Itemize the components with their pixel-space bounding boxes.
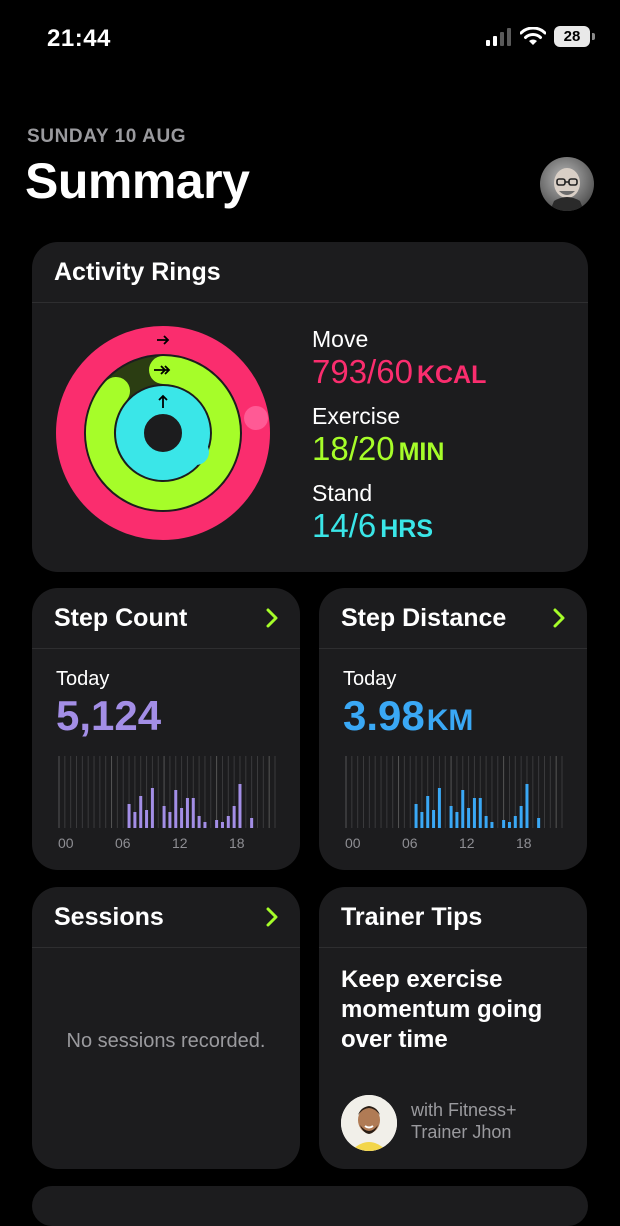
hour-bar [180, 808, 184, 828]
exercise-label: Exercise [312, 403, 401, 429]
hour-bar [238, 784, 242, 828]
hour-bar [437, 788, 441, 828]
hour-bar [191, 798, 195, 828]
axis-tick-label: 18 [516, 835, 532, 851]
distance-mini-chart: 00 06 12 18 [345, 756, 563, 851]
card-title: Sessions [54, 903, 164, 931]
memoji-icon [550, 168, 584, 211]
hour-bar [250, 818, 254, 828]
hour-bar [426, 796, 430, 828]
hour-bar [162, 806, 166, 828]
move-metric: Move 793/60 KCAL [312, 326, 486, 394]
hour-bar [484, 816, 488, 828]
hour-bar [449, 806, 453, 828]
battery-icon: 28 [554, 26, 595, 47]
profile-avatar[interactable] [540, 157, 594, 211]
axis-tick-label: 12 [172, 835, 188, 851]
status-time: 21:44 [47, 25, 111, 52]
hour-bar [139, 796, 143, 828]
hour-bar [513, 816, 517, 828]
exercise-metric: Exercise 18/20 MIN [312, 403, 444, 471]
move-value: 793/60 [312, 353, 413, 390]
empty-state-text: No sessions recorded. [66, 1030, 266, 1052]
hour-bar [461, 790, 465, 828]
stand-unit: HRS [380, 515, 434, 543]
hour-bar [185, 798, 189, 828]
period-label: Today [56, 668, 110, 690]
hour-bar [220, 822, 224, 828]
distance-number: 3.98 [343, 692, 425, 739]
hour-bar [215, 820, 219, 828]
stand-ring-end [183, 439, 209, 465]
tip-text: Keep exercise momentum going over time [341, 966, 543, 1053]
status-bar: 21:44 28 [0, 0, 620, 80]
hour-bar [145, 810, 149, 828]
hour-bar [420, 812, 424, 828]
page-title: Summary [25, 153, 250, 209]
move-unit: KCAL [416, 361, 487, 389]
hour-bar [226, 816, 230, 828]
hour-bar [472, 798, 476, 828]
card-title: Step Distance [341, 604, 507, 632]
hour-bar [490, 822, 494, 828]
hour-bar [127, 804, 131, 828]
period-label: Today [343, 668, 397, 690]
hour-bar [537, 818, 541, 828]
axis-tick-label: 00 [345, 835, 361, 851]
activity-rings-chart [56, 326, 270, 540]
next-card-peek[interactable] [32, 1186, 588, 1226]
hour-bar [232, 806, 236, 828]
card-title: Step Count [54, 604, 188, 632]
axis-tick-label: 00 [58, 835, 74, 851]
trainer-credit: with Fitness+ Trainer Jhon [411, 1099, 517, 1143]
trainer-tips-card[interactable]: Trainer Tips Keep exercise momentum goin… [319, 887, 587, 1169]
trainer-line-1: with Fitness+ [411, 1100, 517, 1120]
distance-unit: KM [426, 704, 474, 737]
axis-tick-label: 06 [402, 835, 418, 851]
hour-bar [414, 804, 418, 828]
exercise-value: 18/20 [312, 430, 395, 467]
exercise-unit: MIN [398, 438, 445, 466]
activity-rings-card[interactable]: Activity Rings Move 793/60 KCAL Exercise … [32, 242, 588, 572]
hour-bar [525, 784, 529, 828]
move-label: Move [312, 326, 369, 352]
step-distance-card[interactable]: Step Distance Today 3.98KM 00 06 12 18 [319, 588, 587, 870]
step-count-card[interactable]: Step Count Today 5,124 00 06 12 18 [32, 588, 300, 870]
trainer-avatar [341, 1095, 397, 1151]
trainer-line-2: Trainer Jhon [411, 1122, 512, 1142]
card-title: Trainer Tips [341, 903, 483, 931]
card-title: Activity Rings [54, 258, 221, 286]
sessions-card[interactable]: Sessions No sessions recorded. [32, 887, 300, 1169]
hour-bar [150, 788, 154, 828]
hour-bar [432, 810, 436, 828]
hour-bar [174, 790, 178, 828]
stand-value: 14/6 [312, 507, 377, 544]
wifi-icon [520, 27, 546, 45]
hour-bar [478, 798, 482, 828]
hour-bar [197, 816, 201, 828]
chevron-right-icon[interactable] [266, 608, 278, 628]
hour-bar [502, 820, 506, 828]
step-count-value: 5,124 [56, 692, 162, 739]
stand-label: Stand [312, 480, 373, 506]
axis-tick-label: 12 [459, 835, 475, 851]
hour-bar [455, 812, 459, 828]
steps-mini-chart: 00 06 12 18 [58, 756, 276, 851]
trainer-photo-icon [341, 1095, 397, 1151]
header-date: SUNDAY 10 AUG [27, 126, 187, 147]
move-ring-end [244, 406, 268, 430]
hour-bar [133, 812, 137, 828]
hour-bar [519, 806, 523, 828]
stand-metric: Stand 14/6 HRS [312, 480, 433, 548]
hour-bar [203, 822, 207, 828]
signal-icon [486, 27, 511, 46]
hour-bar [467, 808, 471, 828]
step-distance-value: 3.98KM [343, 692, 473, 740]
axis-tick-label: 06 [115, 835, 131, 851]
chevron-right-icon[interactable] [266, 907, 278, 927]
hour-bar [507, 822, 511, 828]
hour-bar [168, 812, 172, 828]
chevron-right-icon[interactable] [553, 608, 565, 628]
axis-tick-label: 18 [229, 835, 245, 851]
